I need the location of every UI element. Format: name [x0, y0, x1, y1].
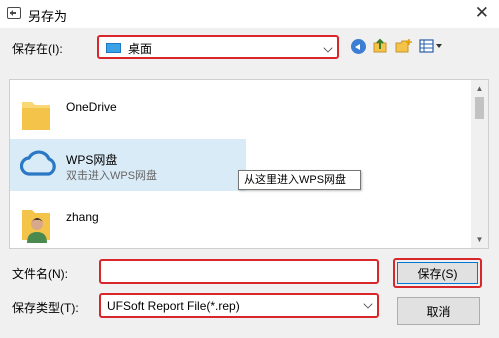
vertical-scrollbar[interactable]: ▲ ▼	[471, 80, 488, 248]
filetype-value: UFSoft Report File(*.rep)	[107, 299, 240, 313]
cancel-button[interactable]: 取消	[397, 297, 480, 325]
dialog-app-icon	[7, 7, 21, 19]
user-folder-icon	[22, 210, 50, 243]
scrollbar-thumb[interactable]	[475, 97, 484, 119]
dialog-title: 另存为	[28, 9, 68, 24]
new-folder-button[interactable]	[394, 36, 414, 56]
scroll-down-icon[interactable]: ▼	[471, 231, 488, 248]
back-button[interactable]	[349, 36, 367, 56]
wps-tooltip: 从这里进入WPS网盘	[238, 170, 361, 190]
save-in-value: 桌面	[128, 42, 153, 56]
list-item-onedrive[interactable]: OneDrive	[10, 88, 246, 140]
list-item-zhang[interactable]: zhang	[10, 198, 246, 250]
list-item-wps-cloud[interactable]: WPS网盘 双击进入WPS网盘	[10, 139, 246, 191]
save-button[interactable]: 保存(S)	[393, 258, 482, 288]
view-menu-button[interactable]	[418, 36, 444, 56]
scroll-up-icon[interactable]: ▲	[471, 80, 488, 97]
new-folder-icon	[395, 39, 412, 53]
filetype-label: 保存类型(T):	[12, 301, 79, 315]
filename-input[interactable]	[99, 259, 379, 284]
chevron-down-icon	[323, 43, 333, 53]
save-in-dropdown[interactable]: 桌面	[97, 35, 339, 59]
view-menu-icon	[419, 39, 442, 53]
save-in-label: 保存在(I):	[12, 42, 63, 56]
folder-icon	[22, 102, 50, 130]
filetype-dropdown[interactable]: UFSoft Report File(*.rep)	[99, 293, 379, 318]
up-folder-icon	[373, 38, 387, 53]
up-one-level-button[interactable]	[371, 36, 389, 56]
title-bar: 另存为 ✕	[0, 0, 499, 28]
cloud-icon	[20, 150, 56, 176]
desktop-folder-icon	[106, 43, 121, 53]
item-name: OneDrive	[66, 100, 117, 114]
file-list[interactable]: OneDrive WPS网盘 双击进入WPS网盘 zhang ▲ ▼	[9, 79, 489, 249]
close-icon[interactable]: ✕	[475, 3, 489, 23]
item-subtitle: 双击进入WPS网盘	[66, 170, 158, 182]
filename-label: 文件名(N):	[12, 267, 68, 281]
item-name: WPS网盘	[66, 153, 118, 167]
item-name: zhang	[66, 210, 99, 224]
save-button-face: 保存(S)	[397, 262, 478, 284]
back-arrow-icon	[350, 38, 366, 54]
chevron-down-icon	[363, 299, 373, 309]
